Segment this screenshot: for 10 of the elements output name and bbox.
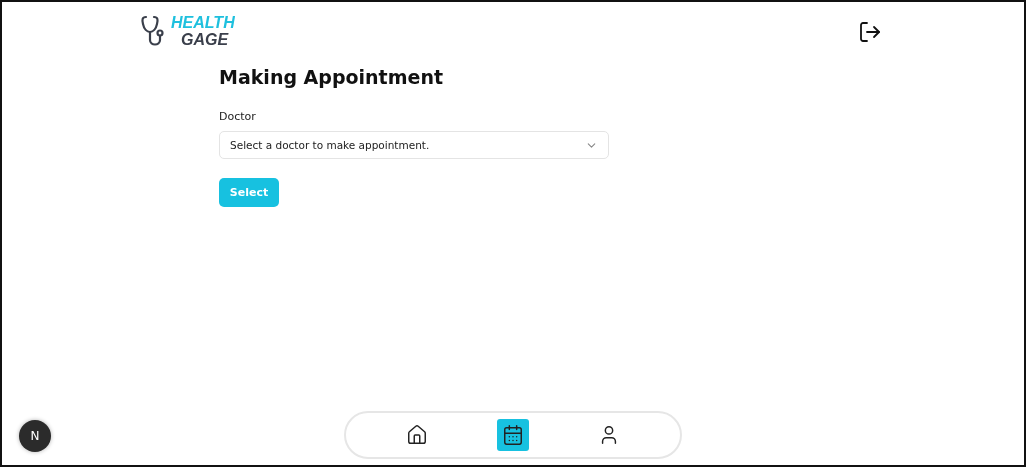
nav-tab[interactable] [497,419,529,451]
logo-text: HEALTH [171,14,235,31]
home-icon [406,424,428,446]
logo-text: GAGE [180,31,230,48]
logout-icon[interactable] [858,20,882,44]
page-title: Making Appointment [219,66,444,88]
doctor-select[interactable]: Select a doctor to make appointment. [219,131,609,159]
calendar-icon [502,424,524,446]
field-label: Doctor [219,110,257,123]
dev-badge[interactable]: N [19,420,51,452]
